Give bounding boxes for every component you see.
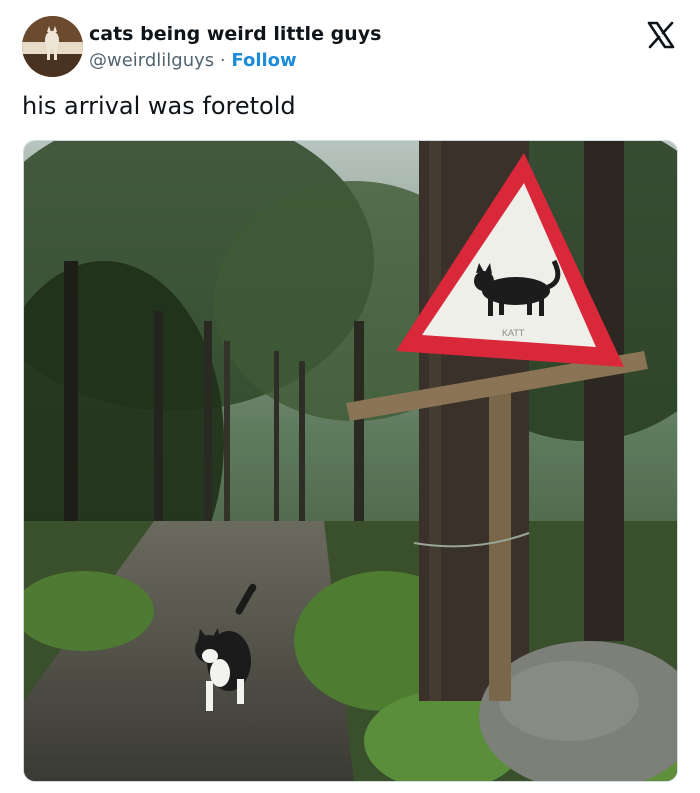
sign-text: KATT [502, 328, 525, 338]
x-logo-icon[interactable] [646, 20, 676, 50]
author-handle[interactable]: @weirdlilguys [89, 50, 214, 71]
author-display-name[interactable]: cats being weird little guys [89, 23, 381, 45]
cat-avatar-icon [22, 16, 83, 77]
follow-button[interactable]: Follow [231, 50, 296, 71]
tweet-photo[interactable]: KATT [23, 140, 678, 782]
author-handle-row: @weirdlilguys · Follow [89, 50, 297, 71]
forest-path-photo: KATT [24, 141, 677, 781]
separator-dot: · [219, 50, 226, 71]
tweet-text: his arrival was foretold [22, 92, 296, 120]
tweet-header: cats being weird little guys @weirdlilgu… [22, 16, 682, 78]
profile-avatar[interactable] [22, 16, 83, 77]
